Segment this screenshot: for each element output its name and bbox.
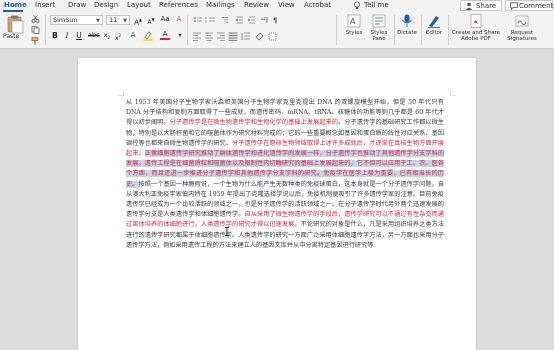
signature-icon [515, 15, 529, 27]
chevron-down-icon: ▼ [96, 18, 100, 24]
borders-icon [268, 32, 277, 41]
svg-text:¶: ¶ [273, 17, 277, 25]
bullets-icon [194, 17, 202, 22]
paragraph-text: 。 [138, 150, 145, 158]
styles-pane-label: Styles Pane [370, 30, 388, 42]
align-left-icon [193, 32, 201, 41]
styles-button[interactable]: A Styles [343, 14, 365, 36]
tab-acrobat[interactable]: Acrobat [304, 1, 331, 10]
text-effects-icon[interactable]: A [128, 31, 138, 40]
italic-button[interactable]: I [62, 31, 72, 40]
request-signatures-button[interactable]: Request Signatures [502, 14, 542, 42]
ribbon-tab-bar: Home Insert Draw Design Layout Reference… [0, 0, 554, 12]
font-size-value: 11 [109, 16, 118, 24]
ribbon-toolbar: Paste SimSun ▼ 11 ▼ A▲ A▼ Aa A B I U abc… [0, 12, 554, 49]
paste-label: Paste [3, 33, 20, 40]
dictate-button[interactable]: Dictate [396, 14, 418, 36]
copy-icon[interactable] [31, 26, 40, 34]
align-right-icon [217, 32, 225, 41]
strikethrough-button[interactable]: abc [88, 31, 100, 40]
ribbon-divider [45, 15, 46, 45]
align-center-icon [205, 32, 213, 41]
superscript-button[interactable]: x2 [113, 31, 123, 43]
tab-insert[interactable]: Insert [35, 1, 55, 10]
tell-me-search[interactable]: Tell me [364, 1, 389, 9]
ribbon-divider [421, 15, 422, 45]
comments-button[interactable]: Comments [505, 0, 554, 11]
tab-references[interactable]: References [159, 1, 198, 10]
tab-layout[interactable]: Layout [127, 1, 151, 10]
font-name-dropdown[interactable]: SimSun ▼ [50, 15, 103, 25]
styles-pane-button[interactable]: Styles Pane [367, 14, 391, 42]
subscript-button[interactable]: x2 [102, 31, 112, 42]
comment-icon [510, 2, 518, 10]
show-marks-icon: ¶ [273, 17, 277, 25]
line-spacing-icon [241, 32, 250, 40]
tab-review[interactable]: Review [244, 1, 269, 10]
grow-font-icon[interactable]: A▲ [133, 15, 143, 27]
decrease-indent-icon [235, 16, 243, 24]
list-tools: 12 AZ ¶ [194, 16, 277, 25]
margin-marker [118, 90, 124, 96]
svg-text:A: A [350, 17, 356, 26]
tab-view[interactable]: View [278, 1, 295, 10]
shrink-font-icon[interactable]: A▼ [146, 15, 156, 27]
bold-button[interactable]: B [50, 31, 60, 40]
chevron-down-icon: ▼ [123, 18, 127, 24]
font-size-dropdown[interactable]: 11 ▼ [106, 15, 130, 25]
adobe-pdf-icon [470, 14, 482, 28]
tab-home[interactable]: Home [4, 1, 27, 10]
dictate-label: Dictate [397, 30, 417, 36]
ribbon-divider [448, 15, 449, 45]
editor-pen-icon [428, 16, 440, 28]
i-beam-cursor-icon [225, 227, 229, 236]
tab-design[interactable]: Design [94, 1, 118, 10]
document-body-text[interactable]: 从 1953 年美国分子生物学家沃森和英国分子生物学家克里克提出 DNA 的双螺… [126, 98, 445, 251]
alignment-tools [193, 32, 277, 41]
tab-draw[interactable]: Draw [68, 1, 86, 10]
highlighter-icon[interactable] [143, 31, 153, 41]
cut-icon[interactable] [31, 15, 40, 23]
styles-label: Styles [345, 30, 363, 36]
font-color-icon[interactable]: A [160, 30, 170, 40]
create-share-pdf-button[interactable]: Create and Share Adobe PDF [450, 14, 502, 42]
share-button[interactable]: Share [460, 0, 502, 11]
ribbon-divider [336, 15, 337, 45]
numbering-icon: 12 [205, 16, 215, 24]
ribbon-divider [394, 15, 395, 45]
share-label: Share [476, 2, 497, 10]
increase-indent-icon [247, 16, 255, 24]
multilevel-list-icon [222, 17, 228, 23]
underline-button[interactable]: U [74, 31, 84, 40]
clear-formatting-icon[interactable]: A [174, 15, 184, 24]
margin-marker [450, 90, 456, 96]
format-painter-icon[interactable] [31, 37, 40, 45]
microphone-icon [402, 14, 412, 27]
change-case-icon[interactable]: Aa [160, 15, 170, 24]
font-name-value: SimSun [53, 16, 78, 24]
svg-text:2: 2 [205, 20, 207, 24]
red-text-run: 分子遗传学是在微生物遗传学和生物化学的基础上发展起来的 [169, 119, 339, 127]
person-icon [465, 2, 473, 10]
create-pdf-label: Create and Share Adobe PDF [452, 30, 500, 42]
editor-label: Editor [425, 30, 443, 36]
lightbulb-icon[interactable] [353, 1, 361, 10]
sort-icon: AZ [261, 17, 268, 23]
request-sig-label: Request Signatures [507, 30, 537, 42]
editor-button[interactable]: Editor [423, 14, 445, 36]
comments-label: Comments [519, 2, 554, 10]
document-page[interactable]: 从 1953 年美国分子生物学家沃森和英国分子生物学家克里克提出 DNA 的双螺… [78, 58, 476, 350]
tab-mailings[interactable]: Mailings [206, 1, 235, 10]
styles-icon: A [347, 14, 361, 28]
chevron-down-icon[interactable]: ▾ [175, 31, 185, 40]
styles-pane-icon [372, 14, 386, 28]
ribbon-divider [187, 15, 188, 45]
svg-text:AZ: AZ [261, 17, 266, 21]
shading-icon [255, 32, 264, 41]
